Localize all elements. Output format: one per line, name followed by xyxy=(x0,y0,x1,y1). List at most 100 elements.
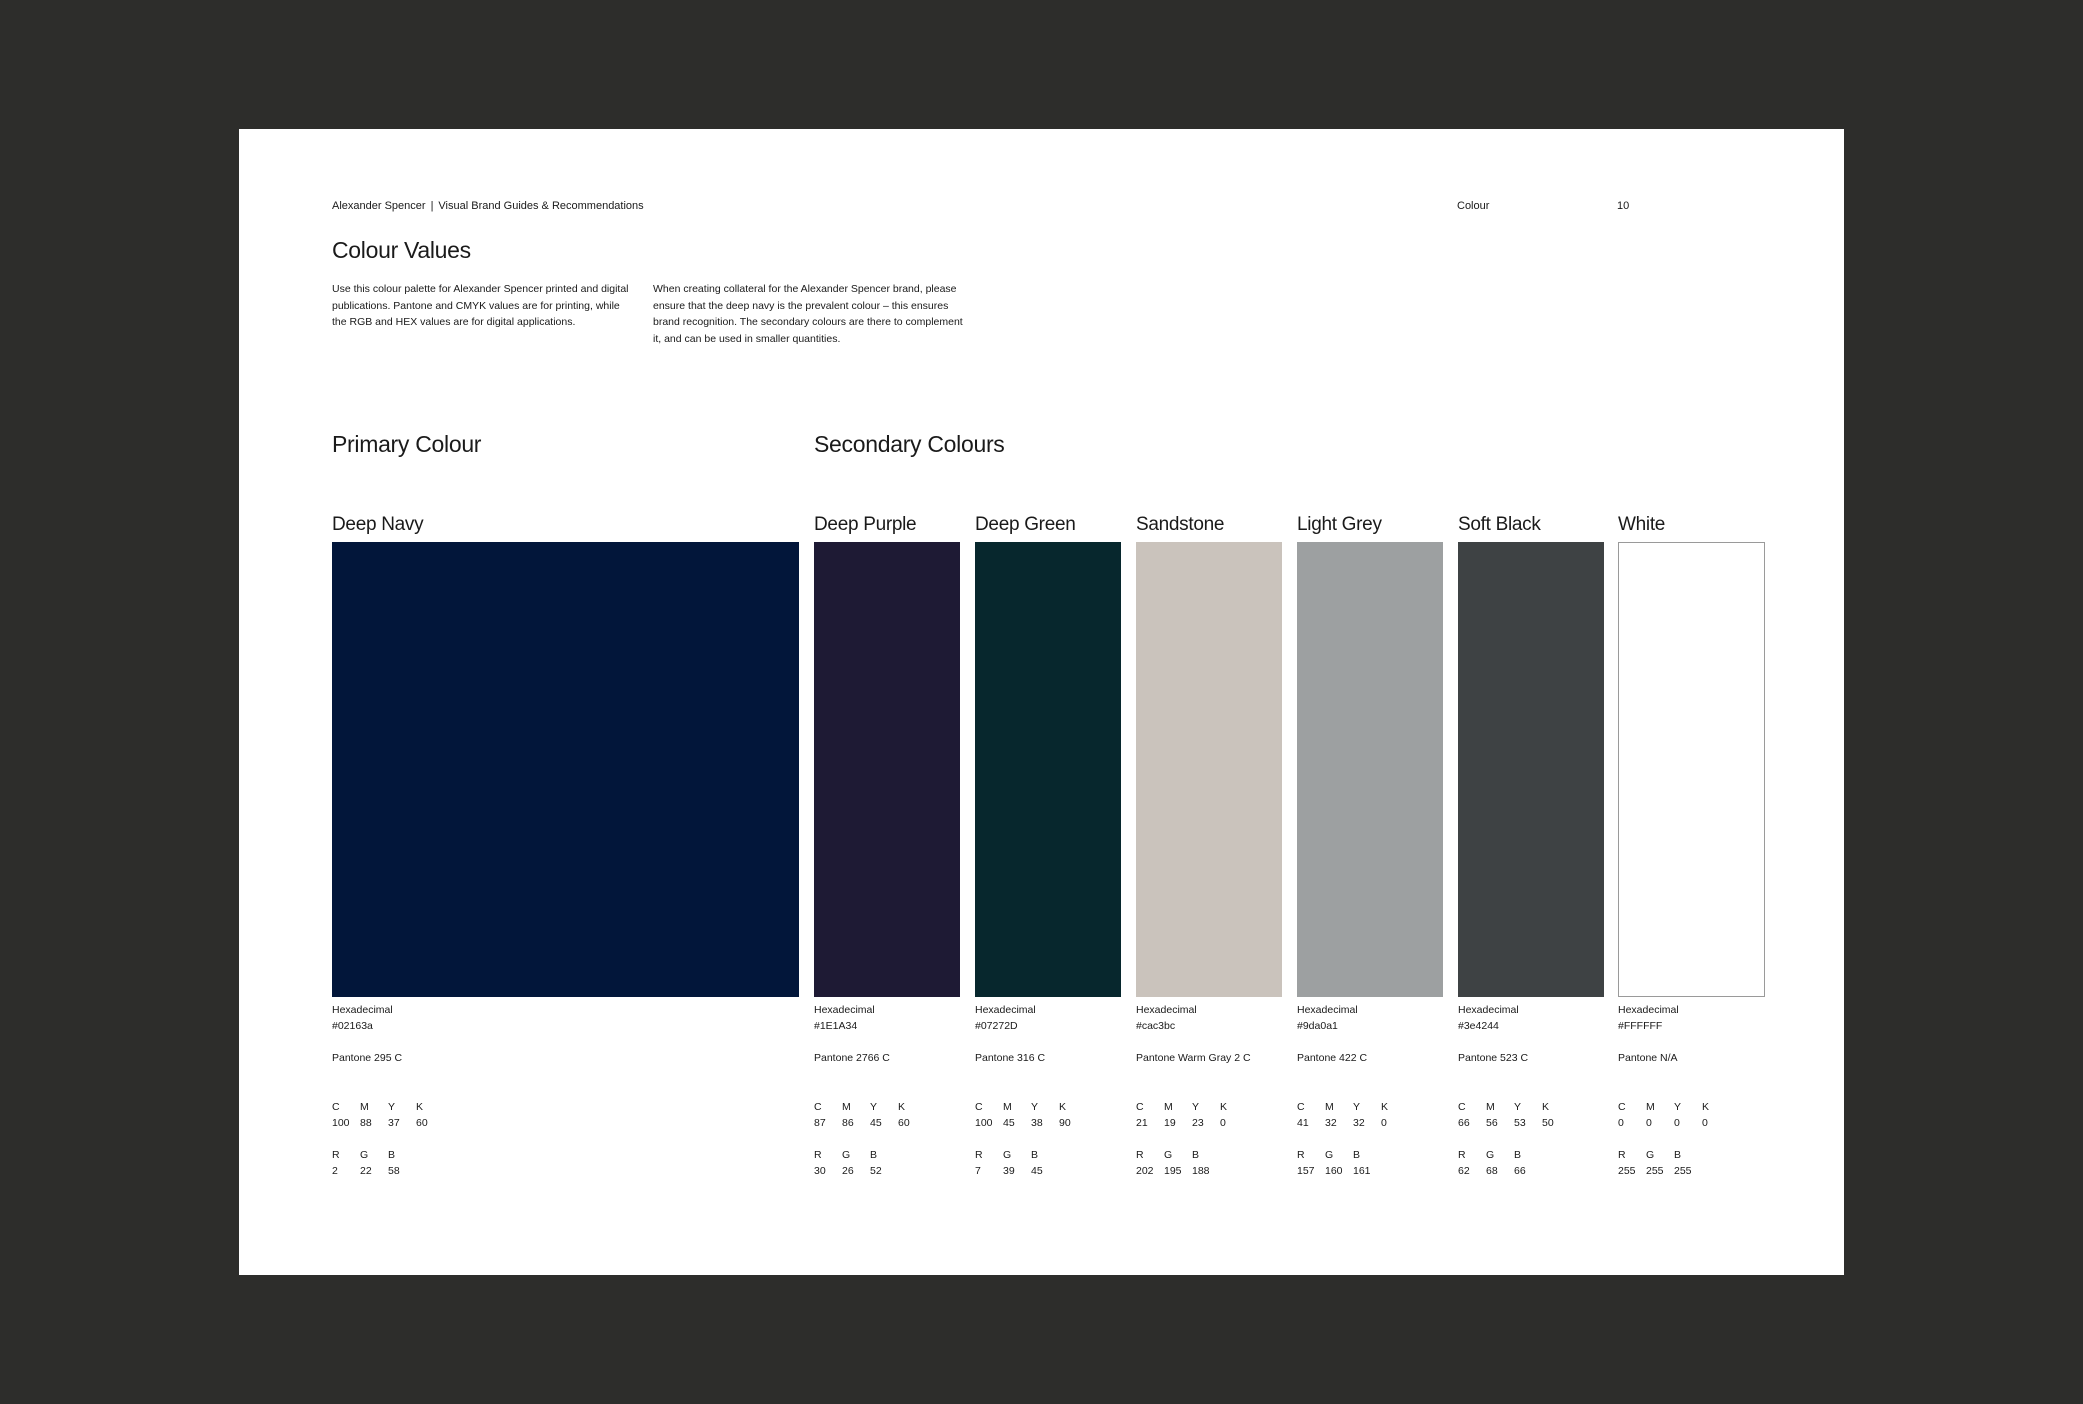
colour-name: Light Grey xyxy=(1297,514,1382,535)
cmyk-value-y: 0 xyxy=(1674,1117,1680,1129)
cmyk-label-k: K xyxy=(1220,1101,1228,1113)
hex-value: #02163a xyxy=(332,1020,373,1032)
hex-label: Hexadecimal xyxy=(1458,1004,1519,1016)
colour-name: Deep Navy xyxy=(332,514,424,535)
cmyk-label-m: M xyxy=(1164,1101,1173,1113)
cmyk-label-m: M xyxy=(1003,1101,1012,1113)
cmyk-value-m: 0 xyxy=(1646,1117,1652,1129)
section-label: Colour xyxy=(1457,200,1490,212)
cmyk-value-c: 100 xyxy=(975,1117,993,1129)
header-separator: | xyxy=(430,200,434,212)
brand-guide-page: Alexander Spencer | Visual Brand Guides & … xyxy=(239,129,1844,1275)
cmyk-label-m: M xyxy=(1646,1101,1655,1113)
colour-card: White Hexadecimal #FFFFFF Pantone N/A C M… xyxy=(1618,514,1765,1179)
pantone-value: Pantone 2766 C xyxy=(814,1052,890,1064)
cmyk-value-k: 0 xyxy=(1702,1117,1708,1129)
hex-label: Hexadecimal xyxy=(975,1004,1036,1016)
rgb-label-r: R xyxy=(1618,1149,1626,1161)
rgb-label-r: R xyxy=(1458,1149,1466,1161)
colour-values: Hexadecimal #cac3bc Pantone Warm Gray 2 … xyxy=(1136,1002,1282,1179)
colour-swatch xyxy=(332,542,799,997)
colour-values: Hexadecimal #1E1A34 Pantone 2766 C C M Y K … xyxy=(814,1002,960,1179)
rgb-values: RGB 2 22 58 xyxy=(332,1147,799,1179)
hex-label: Hexadecimal xyxy=(332,1004,393,1016)
rgb-values: R G B 30 26 52 xyxy=(814,1147,960,1179)
cmyk-value-y: 53 xyxy=(1514,1117,1526,1129)
colour-swatch xyxy=(1136,542,1282,997)
pantone-value: Pantone Warm Gray 2 C xyxy=(1136,1052,1251,1064)
cmyk-label-k: K xyxy=(1059,1101,1067,1113)
colour-card: Deep Navy Hexadecimal #02163a Pantone 29… xyxy=(332,514,799,1179)
rgb-value-r: 157 xyxy=(1297,1165,1315,1177)
rgb-value-b: 66 xyxy=(1514,1165,1526,1177)
cmyk-value-m: 86 xyxy=(842,1117,854,1129)
document-title: Visual Brand Guides & Recommendations xyxy=(438,200,644,212)
cmyk-value-m: 56 xyxy=(1486,1117,1498,1129)
rgb-label-g: G xyxy=(1325,1149,1334,1161)
cmyk-values: C M Y K 100 45 38 90 xyxy=(975,1099,1121,1131)
colour-values: Hexadecimal #02163a Pantone 295 C C M Y K 1… xyxy=(332,1002,799,1179)
cmyk-value-y: 45 xyxy=(870,1117,882,1129)
cmyk-value-k: 90 xyxy=(1059,1117,1071,1129)
hex-value: #1E1A34 xyxy=(814,1020,858,1032)
colour-name: Soft Black xyxy=(1458,514,1541,535)
cmyk-label-y: Y xyxy=(1353,1101,1361,1113)
rgb-values: R G B 255 255 255 xyxy=(1618,1147,1765,1179)
rgb-value-r: 7 xyxy=(975,1165,981,1177)
primary-colour-heading: Primary Colour xyxy=(332,431,482,457)
rgb-value-g: 22 xyxy=(360,1165,372,1177)
cmyk-value-k: 0 xyxy=(1381,1117,1387,1129)
rgb-label-r: R xyxy=(1136,1149,1144,1161)
rgb-label-b: B xyxy=(1353,1149,1361,1161)
pantone-value: Pantone N/A xyxy=(1618,1052,1678,1064)
cmyk-value-y: 32 xyxy=(1353,1117,1365,1129)
rgb-label-b: B xyxy=(1674,1149,1682,1161)
cmyk-value-c: 41 xyxy=(1297,1117,1309,1129)
cmyk-values: C M Y K 100 88 37 60 xyxy=(332,1099,799,1131)
cmyk-value-c: 100 xyxy=(332,1117,350,1129)
rgb-label-g: G xyxy=(1003,1149,1012,1161)
cmyk-label-m: M xyxy=(842,1101,851,1113)
cmyk-label-y: Y xyxy=(1514,1101,1522,1113)
cmyk-values: C M Y K 41 32 32 0 xyxy=(1297,1099,1443,1131)
cmyk-label-m: M xyxy=(360,1101,369,1113)
hex-value: #FFFFFF xyxy=(1618,1020,1663,1032)
intro-paragraph-2: When creating collateral for the Alexand… xyxy=(653,283,963,345)
colour-values: Hexadecimal #9da0a1 Pantone 422 C C M Y K 4… xyxy=(1297,1002,1443,1179)
cmyk-value-k: 50 xyxy=(1542,1117,1554,1129)
hex-value: #9da0a1 xyxy=(1297,1020,1338,1032)
rgb-value-r: 2 xyxy=(332,1165,338,1177)
colour-card: Soft Black Hexadecimal #3e4244 Pantone 5… xyxy=(1458,514,1604,1179)
hex-label: Hexadecimal xyxy=(814,1004,875,1016)
rgb-values: R G B 157 160 161 xyxy=(1297,1147,1443,1179)
rgb-label-g: G xyxy=(1646,1149,1655,1161)
colour-name: Deep Purple xyxy=(814,514,917,535)
rgb-value-g: 160 xyxy=(1325,1165,1343,1177)
rgb-label-r: R xyxy=(332,1149,340,1161)
colour-values: Hexadecimal #3e4244 Pantone 523 C C M Y K 6… xyxy=(1458,1002,1604,1179)
cmyk-label-k: K xyxy=(1381,1101,1389,1113)
colour-card: Deep Green Hexadecimal #07272D Pantone 3… xyxy=(975,514,1121,1179)
hex-label: Hexadecimal xyxy=(1297,1004,1358,1016)
rgb-value-b: 52 xyxy=(870,1165,882,1177)
rgb-label-r: R xyxy=(975,1149,983,1161)
page-title: Colour Values xyxy=(332,237,471,263)
rgb-value-g: 68 xyxy=(1486,1165,1498,1177)
cmyk-value-k: 0 xyxy=(1220,1117,1226,1129)
rgb-value-b: 188 xyxy=(1192,1165,1210,1177)
cmyk-value-c: 66 xyxy=(1458,1117,1470,1129)
cmyk-values: C M Y K 0 0 0 0 xyxy=(1618,1099,1765,1131)
cmyk-value-y: 37 xyxy=(388,1117,400,1129)
colour-swatch xyxy=(1297,542,1443,997)
page-number: 10 xyxy=(1617,200,1630,212)
rgb-value-r: 202 xyxy=(1136,1165,1154,1177)
cmyk-label-c: C xyxy=(1297,1101,1305,1113)
rgb-label-r: R xyxy=(1297,1149,1305,1161)
cmyk-label-y: Y xyxy=(870,1101,878,1113)
colour-values: Hexadecimal #FFFFFF Pantone N/A C M Y K 0 0 0… xyxy=(1618,1002,1765,1179)
rgb-value-b: 45 xyxy=(1031,1165,1043,1177)
cmyk-label-c: C xyxy=(1618,1101,1626,1113)
cmyk-value-c: 0 xyxy=(1618,1117,1624,1129)
pantone-value: Pantone 316 C xyxy=(975,1052,1046,1064)
cmyk-label-c: C xyxy=(814,1101,822,1113)
